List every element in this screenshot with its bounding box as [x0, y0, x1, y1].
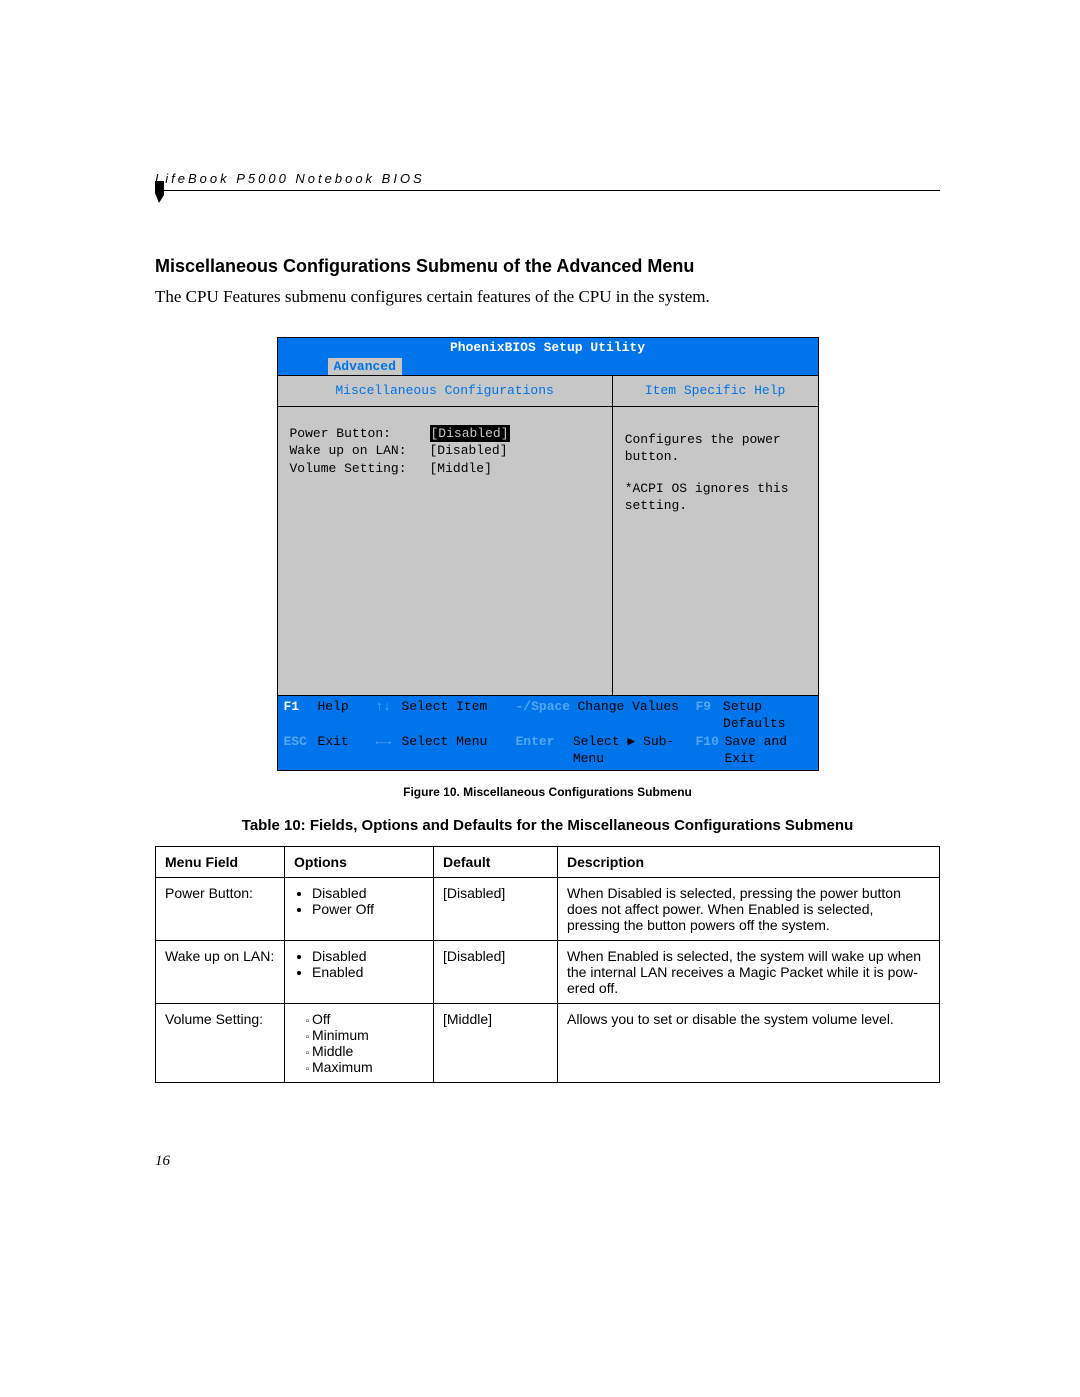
bios-hint: Setup Defaults [723, 698, 811, 733]
option-item: Disabled [312, 948, 424, 964]
page-number: 16 [155, 1153, 940, 1170]
bios-setting-value[interactable]: [Disabled] [430, 442, 508, 460]
table-row: Volume Setting:OffMinimumMiddleMaximum[M… [156, 1003, 940, 1082]
bios-help-text: Configures the power button. [625, 431, 806, 466]
cell-default: [Middle] [434, 1003, 558, 1082]
option-item: Off [312, 1011, 424, 1027]
option-item: Enabled [312, 964, 424, 980]
bios-help-text: *ACPI OS ignores this setting. [625, 480, 806, 515]
bios-help-header: Item Specific Help [613, 376, 818, 407]
th-menu-field: Menu Field [156, 846, 285, 877]
option-item: Minimum [312, 1027, 424, 1043]
bios-setting-row[interactable]: Wake up on LAN:[Disabled] [290, 442, 600, 460]
bios-key-leftright[interactable]: ←→ [376, 733, 402, 768]
bios-setting-label: Wake up on LAN: [290, 442, 430, 460]
bios-footer: F1Help ↑↓Select Item -/SpaceChange Value… [278, 696, 818, 770]
bios-hint: Save and Exit [725, 733, 812, 768]
cell-default: [Disabled] [434, 940, 558, 1003]
bios-hint: Select ▶ Sub-Menu [573, 733, 696, 768]
option-item: Power Off [312, 901, 424, 917]
bios-setting-label: Volume Setting: [290, 460, 430, 478]
bios-main-header: Miscellaneous Configurations [278, 376, 612, 407]
cell-description: When Disabled is selected, pressing the … [558, 877, 940, 940]
th-description: Description [558, 846, 940, 877]
bios-setting-row[interactable]: Volume Setting:[Middle] [290, 460, 600, 478]
cell-default: [Disabled] [434, 877, 558, 940]
option-item: Disabled [312, 885, 424, 901]
cell-description: When Enabled is selected, the system wil… [558, 940, 940, 1003]
bios-key-space[interactable]: -/Space [516, 698, 578, 733]
document-header: LifeBook P5000 Notebook BIOS [155, 170, 940, 191]
option-item: Maximum [312, 1059, 424, 1075]
bios-hint: Select Item [402, 698, 488, 733]
bios-key-esc[interactable]: ESC [284, 733, 318, 768]
bios-help-panel: Item Specific Help Configures the power … [613, 376, 818, 695]
bios-hint: Select Menu [402, 733, 488, 768]
bios-menubar: Advanced [278, 358, 818, 376]
bios-hint: Change Values [578, 698, 679, 733]
bios-key-f9[interactable]: F9 [696, 698, 724, 733]
document-header-text: LifeBook P5000 Notebook BIOS [155, 171, 425, 186]
bios-setting-value[interactable]: [Middle] [430, 460, 492, 478]
section-body: The CPU Features submenu configures cert… [155, 287, 940, 307]
option-item: Middle [312, 1043, 424, 1059]
th-default: Default [434, 846, 558, 877]
table-title: Table 10: Fields, Options and Defaults f… [155, 817, 940, 834]
bios-screenshot: PhoenixBIOS Setup Utility Advanced Misce… [277, 337, 819, 771]
cell-options: DisabledEnabled [285, 940, 434, 1003]
bios-main-panel: Miscellaneous Configurations Power Butto… [278, 376, 613, 695]
table-row: Wake up on LAN:DisabledEnabled[Disabled]… [156, 940, 940, 1003]
cell-menu-field: Volume Setting: [156, 1003, 285, 1082]
bios-key-f10[interactable]: F10 [696, 733, 725, 768]
figure-caption: Figure 10. Miscellaneous Configurations … [155, 785, 940, 799]
bios-title: PhoenixBIOS Setup Utility [278, 338, 818, 358]
options-table: Menu Field Options Default Description P… [155, 846, 940, 1083]
bios-hint: Help [318, 698, 349, 733]
bios-hint: Exit [318, 733, 349, 768]
section-title: Miscellaneous Configurations Submenu of … [155, 256, 940, 277]
bios-key-enter[interactable]: Enter [516, 733, 573, 768]
bios-setting-label: Power Button: [290, 425, 430, 443]
bios-setting-value[interactable]: [Disabled] [430, 425, 510, 443]
cell-options: DisabledPower Off [285, 877, 434, 940]
bios-active-tab[interactable]: Advanced [328, 358, 402, 376]
cell-menu-field: Power Button: [156, 877, 285, 940]
cell-menu-field: Wake up on LAN: [156, 940, 285, 1003]
bios-key-f1[interactable]: F1 [284, 698, 318, 733]
bios-key-updown[interactable]: ↑↓ [376, 698, 402, 733]
th-options: Options [285, 846, 434, 877]
cell-description: Allows you to set or disable the system … [558, 1003, 940, 1082]
cell-options: OffMinimumMiddleMaximum [285, 1003, 434, 1082]
bios-setting-row[interactable]: Power Button:[Disabled] [290, 425, 600, 443]
table-row: Power Button:DisabledPower Off[Disabled]… [156, 877, 940, 940]
